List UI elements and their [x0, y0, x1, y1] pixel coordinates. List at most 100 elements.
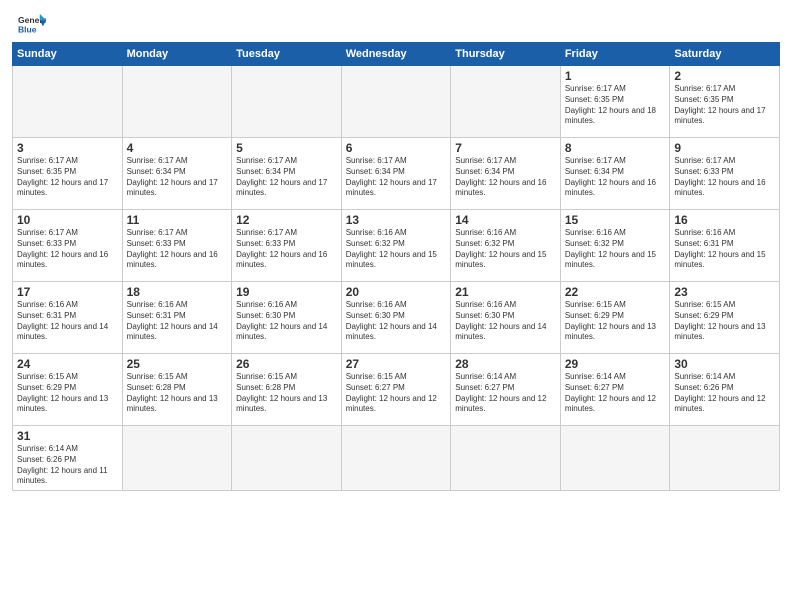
calendar-day-cell [122, 66, 232, 138]
calendar-day-cell: 1Sunrise: 6:17 AM Sunset: 6:35 PM Daylig… [560, 66, 670, 138]
day-number: 10 [17, 213, 118, 227]
day-number: 24 [17, 357, 118, 371]
col-sunday: Sunday [13, 43, 123, 66]
day-info: Sunrise: 6:16 AM Sunset: 6:30 PM Dayligh… [455, 300, 556, 343]
day-number: 15 [565, 213, 666, 227]
day-number: 19 [236, 285, 337, 299]
calendar-day-cell: 10Sunrise: 6:17 AM Sunset: 6:33 PM Dayli… [13, 210, 123, 282]
day-info: Sunrise: 6:16 AM Sunset: 6:32 PM Dayligh… [455, 228, 556, 271]
calendar-week-row: 10Sunrise: 6:17 AM Sunset: 6:33 PM Dayli… [13, 210, 780, 282]
calendar-day-cell [341, 66, 451, 138]
calendar-week-row: 31Sunrise: 6:14 AM Sunset: 6:26 PM Dayli… [13, 426, 780, 491]
calendar-day-cell: 25Sunrise: 6:15 AM Sunset: 6:28 PM Dayli… [122, 354, 232, 426]
day-info: Sunrise: 6:16 AM Sunset: 6:30 PM Dayligh… [346, 300, 447, 343]
day-info: Sunrise: 6:17 AM Sunset: 6:34 PM Dayligh… [455, 156, 556, 199]
day-info: Sunrise: 6:14 AM Sunset: 6:26 PM Dayligh… [674, 372, 775, 415]
day-number: 31 [17, 429, 118, 443]
day-info: Sunrise: 6:17 AM Sunset: 6:33 PM Dayligh… [236, 228, 337, 271]
day-info: Sunrise: 6:17 AM Sunset: 6:33 PM Dayligh… [17, 228, 118, 271]
day-info: Sunrise: 6:14 AM Sunset: 6:26 PM Dayligh… [17, 444, 118, 487]
day-info: Sunrise: 6:14 AM Sunset: 6:27 PM Dayligh… [565, 372, 666, 415]
day-info: Sunrise: 6:16 AM Sunset: 6:32 PM Dayligh… [346, 228, 447, 271]
calendar-day-cell [451, 426, 561, 491]
day-number: 9 [674, 141, 775, 155]
day-info: Sunrise: 6:17 AM Sunset: 6:35 PM Dayligh… [17, 156, 118, 199]
calendar-day-cell: 20Sunrise: 6:16 AM Sunset: 6:30 PM Dayli… [341, 282, 451, 354]
calendar-header-row: Sunday Monday Tuesday Wednesday Thursday… [13, 43, 780, 66]
calendar-day-cell [451, 66, 561, 138]
calendar-day-cell: 11Sunrise: 6:17 AM Sunset: 6:33 PM Dayli… [122, 210, 232, 282]
calendar-day-cell: 16Sunrise: 6:16 AM Sunset: 6:31 PM Dayli… [670, 210, 780, 282]
svg-text:Blue: Blue [18, 25, 37, 35]
calendar-day-cell: 19Sunrise: 6:16 AM Sunset: 6:30 PM Dayli… [232, 282, 342, 354]
day-info: Sunrise: 6:17 AM Sunset: 6:34 PM Dayligh… [565, 156, 666, 199]
day-number: 3 [17, 141, 118, 155]
calendar-day-cell: 24Sunrise: 6:15 AM Sunset: 6:29 PM Dayli… [13, 354, 123, 426]
day-number: 26 [236, 357, 337, 371]
calendar-day-cell: 2Sunrise: 6:17 AM Sunset: 6:35 PM Daylig… [670, 66, 780, 138]
calendar-day-cell: 22Sunrise: 6:15 AM Sunset: 6:29 PM Dayli… [560, 282, 670, 354]
day-number: 5 [236, 141, 337, 155]
calendar-day-cell: 5Sunrise: 6:17 AM Sunset: 6:34 PM Daylig… [232, 138, 342, 210]
day-info: Sunrise: 6:15 AM Sunset: 6:29 PM Dayligh… [565, 300, 666, 343]
day-number: 29 [565, 357, 666, 371]
calendar-week-row: 24Sunrise: 6:15 AM Sunset: 6:29 PM Dayli… [13, 354, 780, 426]
day-info: Sunrise: 6:15 AM Sunset: 6:29 PM Dayligh… [674, 300, 775, 343]
calendar-day-cell: 30Sunrise: 6:14 AM Sunset: 6:26 PM Dayli… [670, 354, 780, 426]
calendar-day-cell: 14Sunrise: 6:16 AM Sunset: 6:32 PM Dayli… [451, 210, 561, 282]
day-number: 27 [346, 357, 447, 371]
page: General Blue Sunday Monday Tuesday Wedne… [0, 0, 792, 612]
day-number: 20 [346, 285, 447, 299]
day-info: Sunrise: 6:14 AM Sunset: 6:27 PM Dayligh… [455, 372, 556, 415]
header: General Blue [0, 0, 792, 42]
day-number: 7 [455, 141, 556, 155]
day-number: 28 [455, 357, 556, 371]
day-number: 1 [565, 69, 666, 83]
col-tuesday: Tuesday [232, 43, 342, 66]
calendar-day-cell: 13Sunrise: 6:16 AM Sunset: 6:32 PM Dayli… [341, 210, 451, 282]
calendar-day-cell: 31Sunrise: 6:14 AM Sunset: 6:26 PM Dayli… [13, 426, 123, 491]
calendar-day-cell: 28Sunrise: 6:14 AM Sunset: 6:27 PM Dayli… [451, 354, 561, 426]
day-number: 17 [17, 285, 118, 299]
day-info: Sunrise: 6:16 AM Sunset: 6:32 PM Dayligh… [565, 228, 666, 271]
day-number: 11 [127, 213, 228, 227]
calendar-day-cell: 6Sunrise: 6:17 AM Sunset: 6:34 PM Daylig… [341, 138, 451, 210]
day-info: Sunrise: 6:16 AM Sunset: 6:30 PM Dayligh… [236, 300, 337, 343]
calendar-day-cell: 7Sunrise: 6:17 AM Sunset: 6:34 PM Daylig… [451, 138, 561, 210]
calendar-day-cell: 15Sunrise: 6:16 AM Sunset: 6:32 PM Dayli… [560, 210, 670, 282]
day-number: 12 [236, 213, 337, 227]
calendar-week-row: 3Sunrise: 6:17 AM Sunset: 6:35 PM Daylig… [13, 138, 780, 210]
calendar-day-cell: 3Sunrise: 6:17 AM Sunset: 6:35 PM Daylig… [13, 138, 123, 210]
day-info: Sunrise: 6:17 AM Sunset: 6:33 PM Dayligh… [127, 228, 228, 271]
day-info: Sunrise: 6:17 AM Sunset: 6:34 PM Dayligh… [346, 156, 447, 199]
col-saturday: Saturday [670, 43, 780, 66]
day-number: 23 [674, 285, 775, 299]
calendar-day-cell: 18Sunrise: 6:16 AM Sunset: 6:31 PM Dayli… [122, 282, 232, 354]
calendar-day-cell: 27Sunrise: 6:15 AM Sunset: 6:27 PM Dayli… [341, 354, 451, 426]
day-number: 30 [674, 357, 775, 371]
day-info: Sunrise: 6:16 AM Sunset: 6:31 PM Dayligh… [127, 300, 228, 343]
col-thursday: Thursday [451, 43, 561, 66]
day-number: 2 [674, 69, 775, 83]
logo-icon: General Blue [18, 12, 46, 36]
day-number: 25 [127, 357, 228, 371]
calendar-day-cell [122, 426, 232, 491]
day-info: Sunrise: 6:17 AM Sunset: 6:33 PM Dayligh… [674, 156, 775, 199]
day-info: Sunrise: 6:17 AM Sunset: 6:34 PM Dayligh… [236, 156, 337, 199]
col-friday: Friday [560, 43, 670, 66]
day-number: 18 [127, 285, 228, 299]
day-info: Sunrise: 6:17 AM Sunset: 6:34 PM Dayligh… [127, 156, 228, 199]
col-monday: Monday [122, 43, 232, 66]
day-number: 4 [127, 141, 228, 155]
day-number: 16 [674, 213, 775, 227]
day-number: 6 [346, 141, 447, 155]
calendar-day-cell: 29Sunrise: 6:14 AM Sunset: 6:27 PM Dayli… [560, 354, 670, 426]
calendar-day-cell [13, 66, 123, 138]
day-info: Sunrise: 6:16 AM Sunset: 6:31 PM Dayligh… [17, 300, 118, 343]
calendar-table: Sunday Monday Tuesday Wednesday Thursday… [12, 42, 780, 491]
calendar-day-cell: 21Sunrise: 6:16 AM Sunset: 6:30 PM Dayli… [451, 282, 561, 354]
calendar-day-cell [232, 426, 342, 491]
day-number: 14 [455, 213, 556, 227]
calendar-week-row: 1Sunrise: 6:17 AM Sunset: 6:35 PM Daylig… [13, 66, 780, 138]
calendar-wrap: Sunday Monday Tuesday Wednesday Thursday… [0, 42, 792, 499]
